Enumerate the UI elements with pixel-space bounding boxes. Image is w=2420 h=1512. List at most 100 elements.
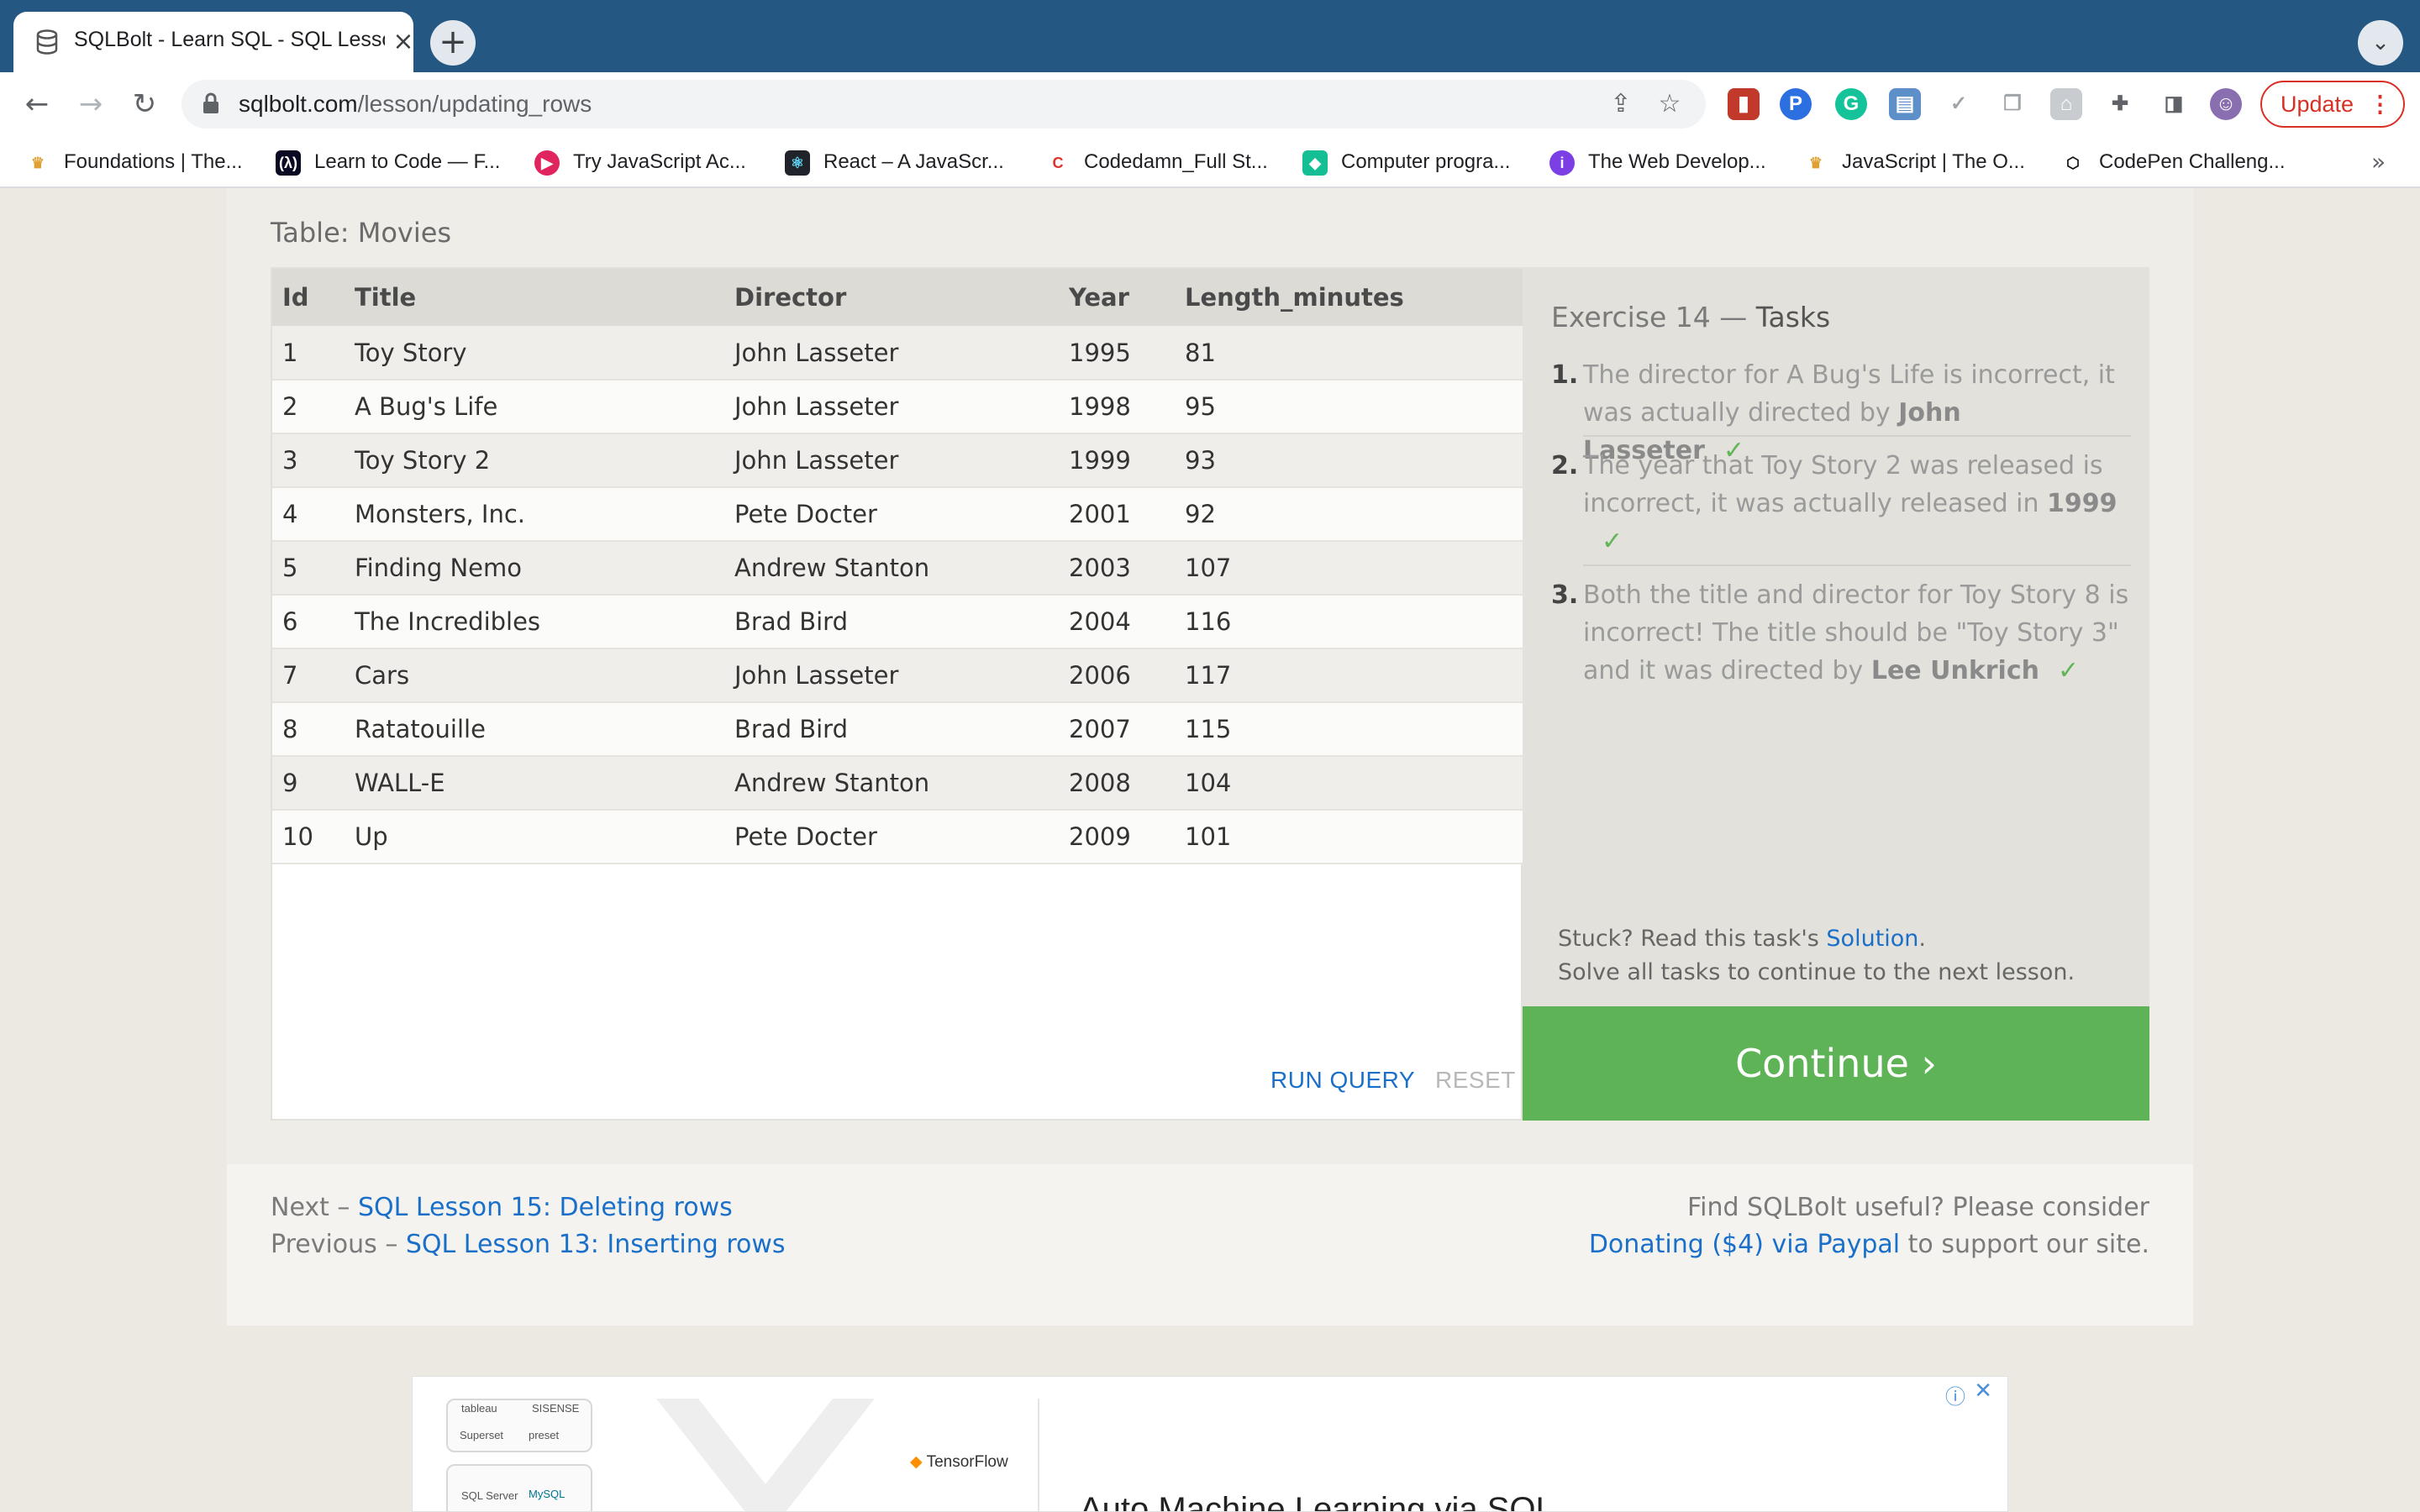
reset-button[interactable]: RESET — [1435, 1067, 1516, 1094]
task-text: Both the title and director for Toy Stor… — [1583, 576, 2129, 690]
query-results-panel: Id Title Director Year Length_minutes 1T… — [271, 267, 1523, 1121]
extension-grey-icon[interactable]: ⌂ — [2050, 88, 2082, 120]
task-body: The director for A Bug's Life is incorre… — [1583, 360, 2115, 428]
table-cell: 93 — [1175, 433, 1523, 488]
tensorflow-label: TensorFlow — [926, 1453, 1008, 1471]
donate-text: Find SQLBolt useful? Please consider Don… — [1589, 1189, 2149, 1263]
ad-logo-tile: SQL Server MySQL — [446, 1464, 592, 1511]
extensions-puzzle-icon[interactable]: ✚ — [2104, 88, 2136, 120]
extension-check-icon[interactable]: ✓ — [1943, 88, 1975, 120]
update-label: Update — [2281, 92, 2354, 117]
table-cell: 8 — [272, 702, 345, 757]
continue-button[interactable]: Continue › — [1523, 1006, 2149, 1121]
previous-lesson-link[interactable]: SQL Lesson 13: Inserting rows — [406, 1230, 786, 1259]
solve-all-text: Solve all tasks to continue to the next … — [1558, 959, 2075, 985]
ad-close-icon[interactable]: ✕ — [1974, 1378, 1992, 1404]
stuck-suffix: . — [1918, 926, 1927, 952]
donate-link[interactable]: Donating ($4) via Paypal — [1589, 1230, 1900, 1259]
bookmark-item[interactable]: ⚛ React – A JavaScr... — [785, 148, 1004, 176]
table-row: 2A Bug's Life John Lasseter 1998 95 — [272, 380, 1523, 434]
table-cell: The Incredibles — [345, 595, 724, 649]
bookmark-label: React – A JavaScr... — [823, 150, 1004, 173]
new-tab-button[interactable]: + — [430, 20, 476, 66]
ad-graphic — [623, 1399, 908, 1511]
ad-info-icon[interactable]: ⓘ — [1945, 1380, 1965, 1410]
address-bar[interactable]: sqlbolt.com/lesson/updating_rows ⇪ ☆ — [182, 80, 1706, 129]
extension-scanner-icon[interactable]: ▤ — [1889, 88, 1921, 120]
checkmark-icon: ✓ — [1602, 527, 1623, 556]
bookmark-item[interactable]: (λ) Learn to Code — F... — [276, 148, 500, 176]
ad-divider — [1038, 1399, 1039, 1511]
table-cell: John Lasseter — [724, 648, 1059, 703]
url-host: sqlbolt.com — [239, 91, 358, 117]
extension-red-book-icon[interactable]: ▮ — [1728, 88, 1760, 120]
table-cell: 95 — [1175, 380, 1523, 434]
side-panel-icon[interactable]: ◨ — [2158, 88, 2190, 120]
browser-tab-bar: SQLBolt - Learn SQL - SQL Lesson 14 × + … — [0, 0, 2420, 72]
update-button[interactable]: Update ⋮ — [2260, 81, 2405, 128]
crown-icon: ♛ — [30, 154, 45, 171]
bookmark-item[interactable]: ◆ Computer progra... — [1302, 148, 1510, 176]
bookmark-star-icon[interactable]: ☆ — [1654, 88, 1686, 120]
column-header-director: Director — [724, 269, 1059, 326]
extension-p-icon[interactable]: P — [1780, 88, 1812, 120]
column-header-title: Title — [345, 269, 724, 326]
solution-link[interactable]: Solution — [1826, 926, 1918, 952]
table-header-row: Id Title Director Year Length_minutes — [272, 269, 1523, 326]
bookmarks-more-chevron-icon[interactable]: » — [2371, 148, 2386, 176]
exercise-area: Table: Movies Id Title Director Year Len… — [227, 188, 2193, 1164]
bookmarks-bar: ♛ Foundations | The... (λ) Learn to Code —… — [0, 136, 2420, 188]
profile-avatar-icon[interactable]: ☺ — [2210, 88, 2242, 120]
table-cell: 1998 — [1059, 380, 1175, 434]
table-cell: 2004 — [1059, 595, 1175, 649]
run-query-button[interactable]: RUN QUERY — [1270, 1067, 1415, 1094]
bookmark-item[interactable]: ♛ JavaScript | The O... — [1803, 148, 2025, 176]
bookmark-item[interactable]: ▶ Try JavaScript Ac... — [534, 148, 746, 176]
table-cell: 2006 — [1059, 648, 1175, 703]
url-text: sqlbolt.com/lesson/updating_rows — [239, 91, 592, 118]
browser-tab[interactable]: SQLBolt - Learn SQL - SQL Lesson 14 × — [13, 12, 414, 72]
bookmark-item[interactable]: i The Web Develop... — [1549, 148, 1766, 176]
task-emphasis: 1999 — [2047, 489, 2118, 518]
table-row: 1 Toy Story John Lasseter 1995 81 — [272, 326, 1523, 381]
tensorflow-logo: ◆ TensorFlow — [910, 1452, 1008, 1472]
tab-search-chevron-icon[interactable]: ⌄ — [2358, 20, 2403, 66]
crown-icon: ♛ — [1808, 154, 1823, 171]
bookmark-item[interactable]: C Codedamn_Full St... — [1045, 148, 1268, 176]
table-cell: 3 — [272, 433, 345, 488]
react-icon: ⚛ — [785, 150, 810, 176]
table-cell: 2003 — [1059, 541, 1175, 596]
extension-copy-icon[interactable]: ❐ — [1996, 88, 2028, 120]
table-row: 10 Up Pete Docter 2009 101 — [272, 810, 1523, 864]
table-cell: Monsters, Inc. — [345, 487, 724, 542]
advertisement-banner[interactable]: ⓘ ✕ tableau SISENSE Superset preset SQL … — [412, 1376, 2008, 1512]
table-cell: Brad Bird — [724, 702, 1059, 757]
back-arrow-icon[interactable]: ← — [17, 84, 57, 124]
extension-grammarly-icon[interactable]: G — [1835, 88, 1867, 120]
table-cell: 9 — [272, 756, 345, 811]
bookmark-item[interactable]: ♛ Foundations | The... — [25, 148, 243, 176]
bookmark-item[interactable]: ⬡ CodePen Challeng... — [2060, 148, 2285, 176]
donate-suffix: to support our site. — [1900, 1230, 2149, 1259]
table-cell: Pete Docter — [724, 810, 1059, 864]
forward-arrow-icon[interactable]: → — [71, 84, 111, 124]
share-icon[interactable]: ⇪ — [1605, 88, 1637, 120]
table-cell: 6 — [272, 595, 345, 649]
table-cell: 117 — [1175, 648, 1523, 703]
table-cell: Cars — [345, 648, 724, 703]
table-cell: Ratatouille — [345, 702, 724, 757]
next-lesson-link[interactable]: SQL Lesson 15: Deleting rows — [358, 1193, 733, 1222]
table-cell: Finding Nemo — [345, 541, 724, 596]
table-cell: Pete Docter — [724, 487, 1059, 542]
table-cell: 4 — [272, 487, 345, 542]
tab-close-icon[interactable]: × — [387, 25, 420, 59]
freecodecamp-icon: (λ) — [276, 150, 301, 176]
table-row: 4 Monsters, Inc. Pete Docter 2001 92 — [272, 487, 1523, 542]
table-cell: 10 — [272, 810, 345, 864]
reload-icon[interactable]: ↻ — [124, 84, 165, 124]
table-cell: 1995 — [1059, 326, 1175, 381]
task-emphasis: Lee Unkrich — [1870, 656, 2039, 685]
table-cell: 92 — [1175, 487, 1523, 542]
column-header-id: Id — [272, 269, 345, 326]
tensorflow-icon: ◆ — [910, 1453, 927, 1471]
